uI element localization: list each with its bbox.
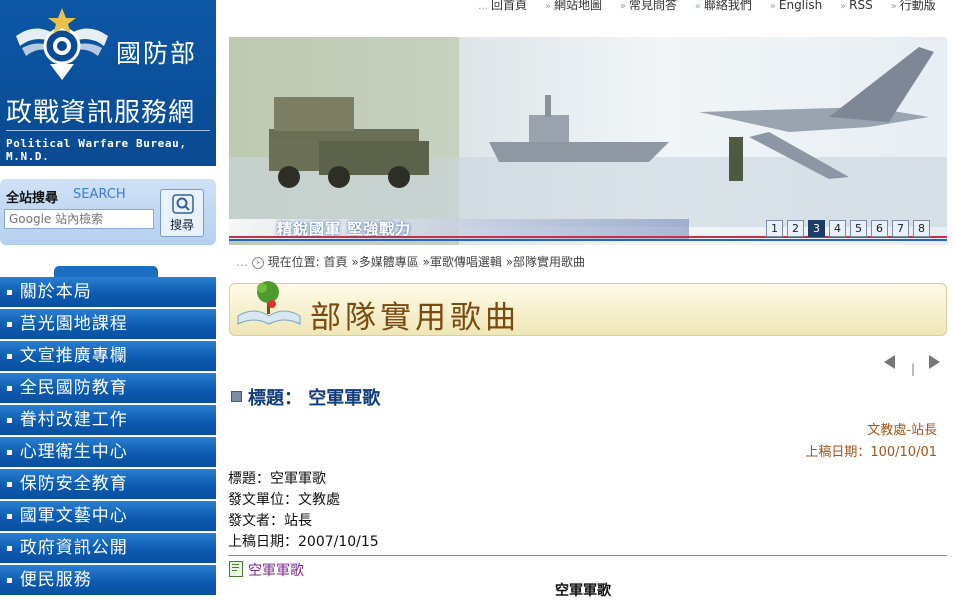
top-nav-contact[interactable]: » 聯絡我們 xyxy=(695,0,752,12)
bullet-icon: ▪ xyxy=(6,447,14,458)
article-date: 上稿日期：100/10/01 xyxy=(805,445,937,460)
bureau-title: 政戰資訊服務網 xyxy=(6,98,196,128)
page-title-banner: 部隊實用歌曲 xyxy=(229,281,947,336)
top-nav-sitemap[interactable]: » 網站地圖 xyxy=(545,0,602,12)
search-label-en: SEARCH xyxy=(73,187,126,202)
book-tree-icon xyxy=(237,281,301,325)
next-arrow-icon[interactable] xyxy=(929,355,940,369)
hero-banner: 精銳國軍 堅強戰力 1 2 3 4 5 6 7 8 xyxy=(229,37,947,245)
mnd-title: 國防部 xyxy=(116,39,198,68)
magnifier-icon xyxy=(172,194,194,214)
bullet-icon: ▪ xyxy=(6,415,14,426)
banner-blue-line xyxy=(229,239,947,241)
banner-page-4[interactable]: 4 xyxy=(829,220,846,237)
sidebar-item-arts-center[interactable]: ▪ 國軍文藝中心 xyxy=(0,501,216,531)
banner-page-8[interactable]: 8 xyxy=(913,220,930,237)
sidebar-item-security[interactable]: ▪ 保防安全教育 xyxy=(0,469,216,499)
banner-page-5[interactable]: 5 xyxy=(850,220,867,237)
meta-date: 上稿日期：2007/10/15 xyxy=(228,534,379,550)
top-nav-english[interactable]: » English xyxy=(770,0,822,12)
search-button[interactable]: 搜尋 xyxy=(160,189,204,237)
sidebar-item-services[interactable]: ▪ 便民服務 xyxy=(0,565,216,595)
article-author: 文教處-站長 xyxy=(867,423,937,438)
banner-caption: 精銳國軍 堅強戰力 xyxy=(277,220,412,238)
site-logo[interactable]: 國防部 政戰資訊服務網 Political Warfare Bureau, M.… xyxy=(0,0,216,166)
sidebar-nav: ▪ 關於本局 ▪ 莒光園地課程 ▪ 文宣推廣專欄 ▪ 全民國防教育 ▪ 眷村改建工作 ▪ 心… xyxy=(0,277,216,597)
meta-title: 標題：空軍軍歌 xyxy=(228,471,326,487)
pager-separator: | xyxy=(911,362,916,376)
sidebar-item-label: 莒光園地課程 xyxy=(19,314,128,334)
article-heading: 標題： 空軍軍歌 xyxy=(231,384,380,410)
breadcrumb-songs[interactable]: »軍歌傳唱選輯 xyxy=(423,255,502,269)
attachment-link[interactable]: 空軍軍歌 xyxy=(229,560,304,580)
title-divider xyxy=(6,130,210,131)
page-title: 部隊實用歌曲 xyxy=(310,300,520,336)
sidebar-item-label: 便民服務 xyxy=(19,570,92,590)
breadcrumb-multimedia[interactable]: »多媒體專區 xyxy=(351,255,418,269)
sidebar-item-promotion[interactable]: ▪ 文宣推廣專欄 xyxy=(0,341,216,371)
article-heading-text: 標題： 空軍軍歌 xyxy=(248,388,381,409)
top-nav-mobile[interactable]: » 行動版 xyxy=(891,0,936,12)
mnd-emblem-icon xyxy=(16,8,108,80)
banner-page-1[interactable]: 1 xyxy=(766,220,783,237)
search-label: 全站搜尋 xyxy=(6,191,59,206)
bullet-icon: ▪ xyxy=(6,479,14,490)
prev-arrow-icon[interactable] xyxy=(884,355,895,369)
breadcrumb-arrow-icon: › xyxy=(251,257,264,269)
bullet-icon: ▪ xyxy=(6,319,14,330)
bullet-icon: ▪ xyxy=(6,351,14,362)
sidebar-item-label: 全民國防教育 xyxy=(19,378,128,398)
sidebar-item-label: 眷村改建工作 xyxy=(19,410,128,430)
search-input[interactable] xyxy=(4,209,154,229)
bullet-icon: ▪ xyxy=(6,383,14,394)
banner-page-3[interactable]: 3 xyxy=(808,220,825,237)
top-nav: … 回首頁 » 網站地圖 » 常見問答 » 聯絡我們 » English » RSS » 行動… xyxy=(478,0,950,13)
bullet-icon: ▪ xyxy=(6,287,14,298)
sidebar-item-juguang[interactable]: ▪ 莒光園地課程 xyxy=(0,309,216,339)
breadcrumb: … › 現在位置: 首頁 »多媒體專區 »軍歌傳唱選輯 »部隊實用歌曲 xyxy=(236,253,585,270)
content-divider xyxy=(228,555,947,556)
breadcrumb-dots-icon: … xyxy=(236,255,248,269)
sidebar-item-label: 國軍文藝中心 xyxy=(19,506,128,526)
heading-bullet-icon xyxy=(231,391,242,402)
bureau-english-title: Political Warfare Bureau, M.N.D. xyxy=(6,137,187,163)
attachment-label: 空軍軍歌 xyxy=(248,563,304,579)
top-nav-faq[interactable]: » 常見問答 xyxy=(620,0,677,12)
sidebar-item-gov-info[interactable]: ▪ 政府資訊公開 xyxy=(0,533,216,563)
sidebar-item-defense-education[interactable]: ▪ 全民國防教育 xyxy=(0,373,216,403)
search-button-label: 搜尋 xyxy=(169,218,194,232)
banner-page-7[interactable]: 7 xyxy=(892,220,909,237)
top-nav-home[interactable]: … 回首頁 xyxy=(478,0,527,12)
meta-unit: 發文單位：文教處 xyxy=(228,492,340,508)
sidebar-item-village-rebuild[interactable]: ▪ 眷村改建工作 xyxy=(0,405,216,435)
bullet-icon: ▪ xyxy=(6,575,14,586)
top-nav-rss[interactable]: » RSS xyxy=(840,0,873,12)
breadcrumb-current[interactable]: »部隊實用歌曲 xyxy=(506,255,585,269)
search-panel: 全站搜尋 SEARCH 搜尋 xyxy=(0,179,216,245)
sidebar-item-label: 關於本局 xyxy=(19,282,92,302)
sidebar-item-about[interactable]: ▪ 關於本局 xyxy=(0,277,216,307)
song-title: 空軍軍歌 xyxy=(555,583,611,599)
sidebar-item-label: 文宣推廣專欄 xyxy=(19,346,128,366)
banner-page-6[interactable]: 6 xyxy=(871,220,888,237)
banner-page-2[interactable]: 2 xyxy=(787,220,804,237)
sidebar-item-label: 保防安全教育 xyxy=(19,474,128,494)
sidebar-item-mental-health[interactable]: ▪ 心理衛生中心 xyxy=(0,437,216,467)
banner-military-illustration xyxy=(229,37,947,245)
sidebar-item-label: 政府資訊公開 xyxy=(19,538,128,558)
banner-pager: 1 2 3 4 5 6 7 8 xyxy=(766,220,930,237)
bullet-icon: ▪ xyxy=(6,543,14,554)
sidebar: 國防部 政戰資訊服務網 Political Warfare Bureau, M.… xyxy=(0,0,216,598)
document-icon xyxy=(229,561,243,577)
breadcrumb-home[interactable]: 首頁 xyxy=(324,255,348,269)
sidebar-item-label: 心理衛生中心 xyxy=(19,442,128,462)
bullet-icon: ▪ xyxy=(6,511,14,522)
meta-author: 發文者：站長 xyxy=(228,513,312,529)
breadcrumb-prefix: 現在位置: xyxy=(267,255,320,269)
